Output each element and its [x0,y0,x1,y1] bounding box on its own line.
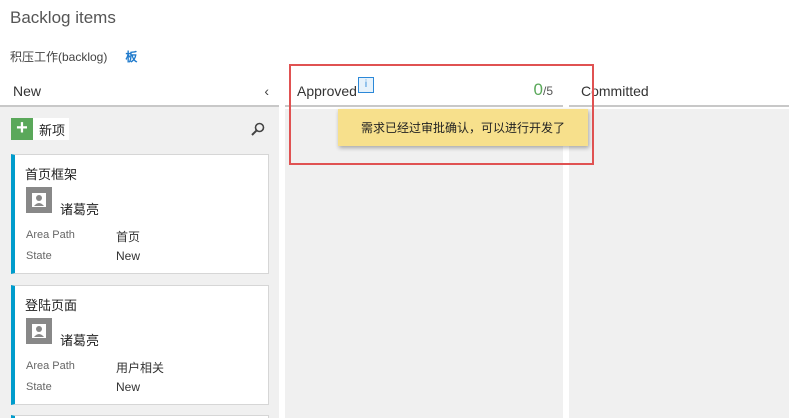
column-title-approved: Approved [297,83,357,99]
chevron-left-icon[interactable]: ‹ [264,83,269,99]
column-title-new: New [13,83,42,99]
column-new: New ‹ + 新项 首页框架 诸葛亮 Area Path 首页 State N… [0,77,279,418]
view-tabs: 积压工作(backlog) 板 [10,48,137,65]
column-committed: Committed [569,77,789,418]
field-value-state[interactable]: New [116,249,140,263]
column-header-approved: Approved i 0/5 [285,77,563,107]
field-value-state[interactable]: New [116,380,140,394]
card-assignee[interactable]: 诸葛亮 [60,330,99,349]
field-value-area-path[interactable]: 用户相关 [116,359,164,376]
work-item-card[interactable]: 登陆页面 诸葛亮 Area Path 用户相关 State New [11,285,269,405]
wip-limit: 0/5 [534,80,553,100]
field-label-state: State [26,381,52,393]
card-assignee[interactable]: 诸葛亮 [60,199,99,218]
new-item-button[interactable]: + 新项 [11,118,70,140]
person-icon [26,318,52,344]
wip-max: /5 [542,84,553,98]
field-value-area-path[interactable]: 首页 [116,228,140,245]
card-title[interactable]: 首页框架 [25,164,77,183]
column-body-committed[interactable] [569,109,789,418]
field-label-state: State [26,250,52,262]
column-title-committed: Committed [581,83,649,99]
field-label-area-path: Area Path [26,229,75,241]
column-header-committed: Committed [569,77,789,107]
plus-icon: + [11,118,33,140]
search-icon[interactable] [250,121,266,137]
column-description-tooltip: 需求已经过审批确认，可以进行开发了 [338,109,588,146]
info-icon[interactable]: i [357,77,374,93]
column-header-new: New ‹ [0,77,279,107]
card-title[interactable]: 登陆页面 [25,295,77,314]
field-label-area-path: Area Path [26,360,75,372]
page-title: Backlog items [10,8,116,27]
tab-board[interactable]: 板 [125,48,137,65]
person-icon [26,187,52,213]
tab-backlog[interactable]: 积压工作(backlog) [10,48,107,65]
wip-current: 0 [533,80,543,99]
column-body-approved[interactable] [285,109,563,418]
new-item-label: 新项 [39,122,66,138]
work-item-card[interactable]: 首页框架 诸葛亮 Area Path 首页 State New [11,154,269,274]
